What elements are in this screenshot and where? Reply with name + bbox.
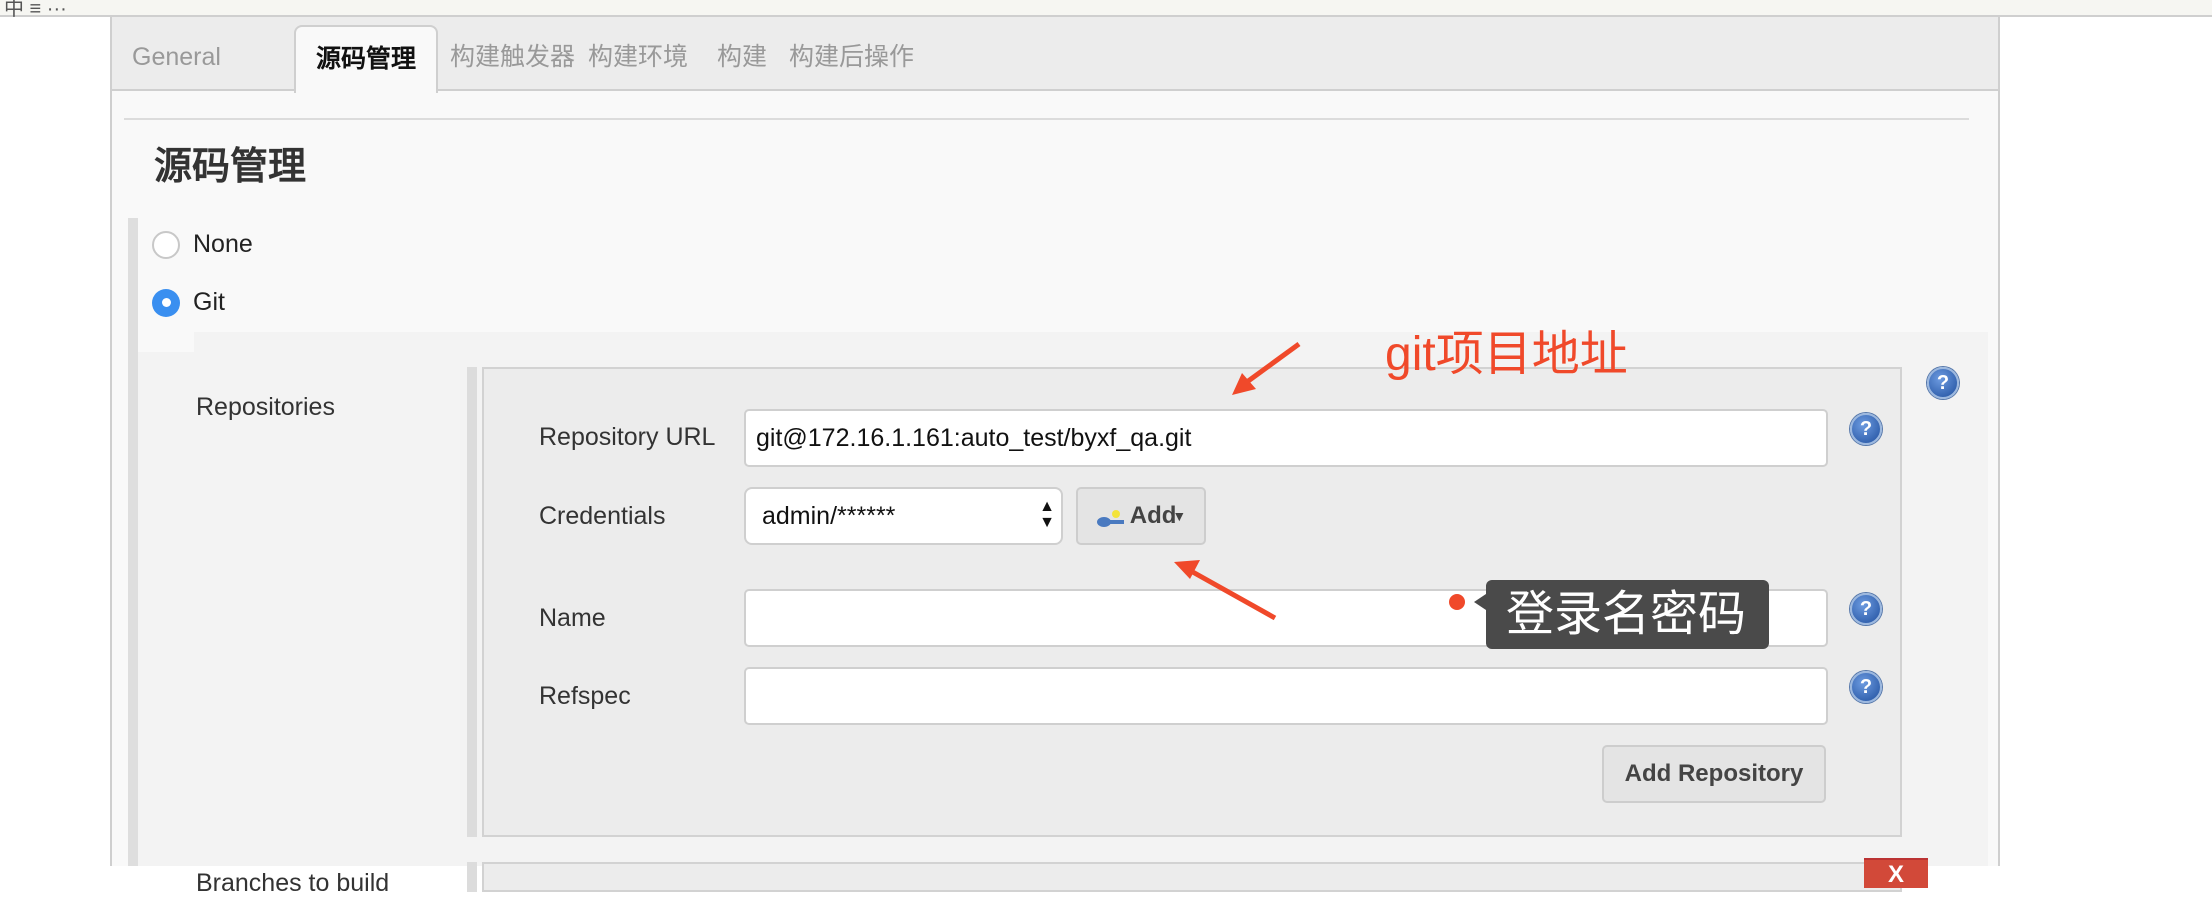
repositories-label: Repositories (196, 393, 335, 421)
select-arrows-icon: ▲ ▼ (1039, 498, 1055, 531)
scm-option-none[interactable]: None (152, 230, 253, 259)
repository-bar (467, 367, 477, 837)
radio-git[interactable] (152, 288, 180, 317)
refspec-help-icon[interactable]: ? (1850, 671, 1882, 703)
config-frame: General 源码管理 构建触发器 构建环境 构建 构建后操作 源码管理 No… (110, 17, 2000, 897)
tab-source-code-management[interactable]: 源码管理 (294, 25, 439, 93)
radio-git-label: Git (193, 288, 225, 316)
refspec-input[interactable] (744, 667, 1828, 725)
dropdown-caret-icon: ▼ (1172, 508, 1187, 524)
git-panel-notch (138, 332, 194, 352)
scm-section-bar (128, 218, 138, 866)
add-repository-button[interactable]: Add Repository (1602, 745, 1826, 803)
browser-topbar: 中 ≡ ··· (0, 0, 2212, 20)
credentials-label: Credentials (539, 502, 666, 530)
section-title: 源码管理 (154, 146, 307, 188)
branches-bar (467, 862, 477, 892)
repositories-help-icon[interactable]: ? (1927, 367, 1959, 399)
scm-option-git[interactable]: Git (152, 288, 225, 317)
branches-box (482, 862, 1902, 892)
add-credentials-label: Add (1129, 502, 1177, 529)
repository-url-input[interactable]: git@172.16.1.161:auto_test/byxf_qa.git (744, 409, 1828, 467)
branches-label: Branches to build (196, 869, 390, 897)
annotation-credentials-tooltip: 登录名密码 (1474, 580, 1769, 649)
repository-url-label: Repository URL (539, 423, 716, 451)
tab-bar: General 源码管理 构建触发器 构建环境 构建 构建后操作 (112, 17, 1998, 93)
annotation-git-url: git项目地址 (1385, 328, 1628, 381)
credentials-select-value: admin/****** (762, 502, 896, 530)
tab-general[interactable]: General (112, 25, 241, 91)
refspec-label: Refspec (539, 682, 631, 710)
name-help-icon[interactable]: ? (1850, 593, 1882, 625)
key-icon (1096, 509, 1124, 527)
topbar-crumb: 中 ≡ ··· (4, 0, 67, 20)
section-divider (124, 118, 1969, 120)
tab-post-build-actions[interactable]: 构建后操作 (769, 25, 934, 91)
add-credentials-button[interactable]: Add ▼ (1076, 487, 1206, 545)
name-label: Name (539, 604, 606, 632)
radio-none-label: None (193, 230, 253, 258)
credentials-select[interactable]: admin/****** ▲ ▼ (744, 487, 1063, 545)
annotation-dot (1449, 594, 1465, 610)
delete-branch-button[interactable]: X (1864, 858, 1928, 888)
radio-none[interactable] (152, 230, 180, 259)
repository-url-help-icon[interactable]: ? (1850, 413, 1882, 445)
tab-build-environment[interactable]: 构建环境 (568, 25, 708, 91)
